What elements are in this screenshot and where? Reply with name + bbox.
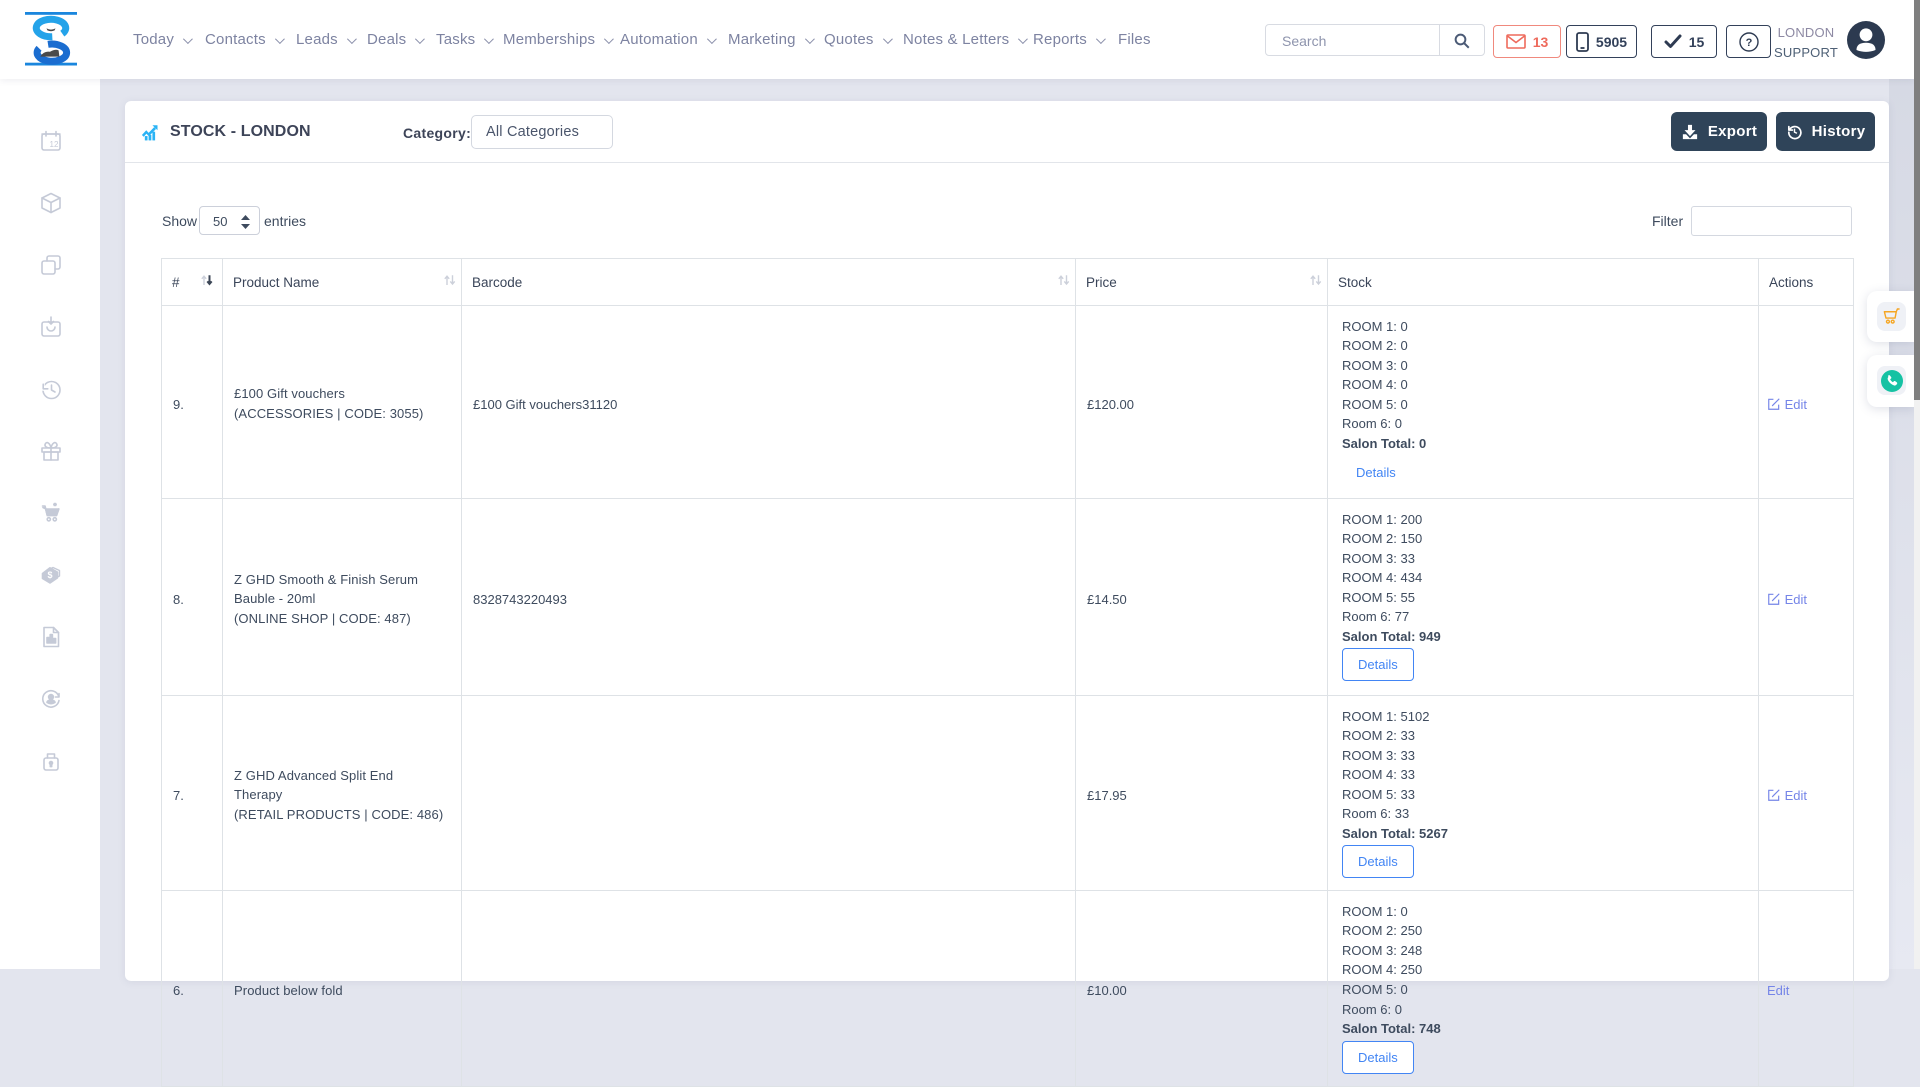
svg-text:$: $ bbox=[47, 570, 52, 580]
svg-text:?: ? bbox=[1745, 37, 1752, 49]
svg-text:12: 12 bbox=[50, 140, 59, 149]
